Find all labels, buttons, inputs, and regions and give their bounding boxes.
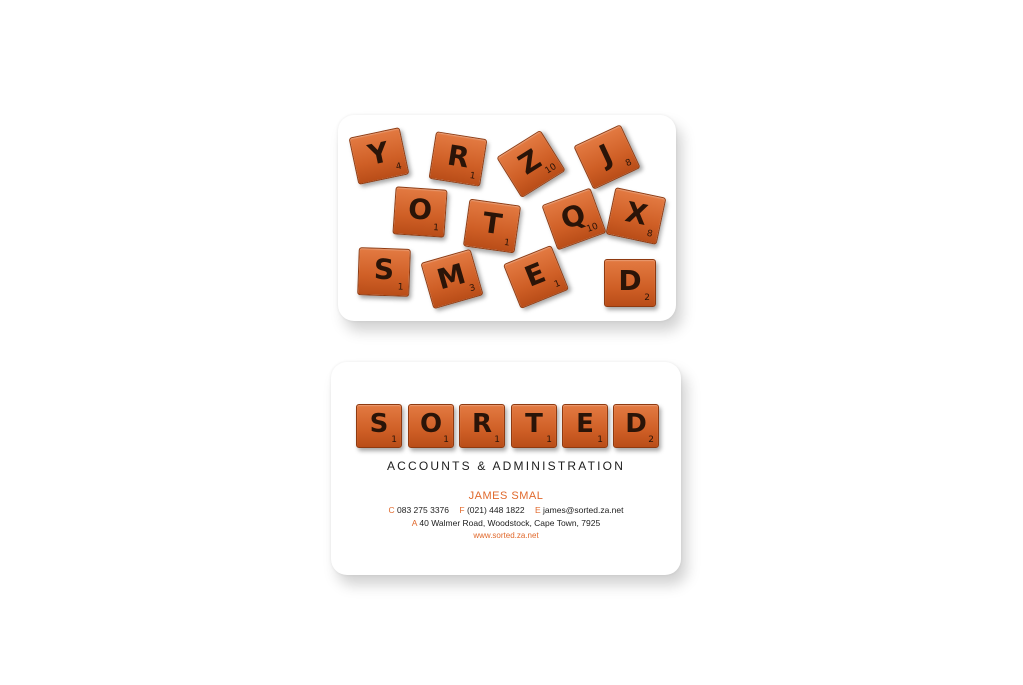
- tile-score: 8: [645, 228, 654, 240]
- cell-number: 083 275 3376: [397, 505, 449, 515]
- fax-number: (021) 448 1822: [466, 505, 525, 515]
- tile-score: 2: [644, 293, 650, 303]
- tile-letter: O: [407, 192, 434, 227]
- tile-score: 1: [546, 435, 552, 445]
- tile-score: 1: [468, 171, 477, 182]
- tile-letter: Z: [512, 142, 548, 182]
- logo-tile: T 1: [511, 404, 557, 448]
- letter-tile: Y 4: [348, 127, 410, 185]
- email-address: james@sorted.za.net: [543, 505, 624, 515]
- letter-tile: R 1: [428, 131, 488, 187]
- letter-tile: M 3: [420, 248, 484, 310]
- letter-tile: J 8: [573, 124, 641, 190]
- letter-tile: T 1: [462, 198, 522, 254]
- tagline: ACCOUNTS & ADMINISTRATION: [386, 459, 626, 473]
- tile-letter: R: [445, 138, 472, 175]
- website: www.sorted.za.net: [473, 531, 539, 540]
- tile-score: 1: [503, 237, 511, 249]
- business-card-front: S 1 O 1 R 1 T 1 E 1 D 2 ACCOUNTS & ADMIN…: [331, 362, 681, 575]
- logo-tile: E 1: [562, 404, 608, 448]
- tile-letter: X: [622, 195, 651, 232]
- tile-score: 1: [597, 435, 603, 445]
- street-address: 40 Walmer Road, Woodstock, Cape Town, 79…: [419, 518, 601, 528]
- letter-tile: Q 10: [541, 187, 607, 251]
- letter-tile: O 1: [392, 186, 448, 238]
- tile-score: 1: [391, 435, 397, 445]
- letter-tile: D 2: [604, 259, 656, 307]
- letter-tile: X 8: [605, 187, 667, 245]
- contact-phone-line: C 083 275 3376 F (021) 448 1822 E james@…: [331, 505, 681, 515]
- tile-letter: E: [520, 255, 551, 294]
- letter-tile: Z 10: [496, 129, 566, 199]
- fax-label: F: [459, 505, 465, 515]
- logo-tile: D 2: [613, 404, 659, 448]
- business-card-back: Y 4 R 1 Z 10 J 8 O 1 T 1 Q 10 X 8 S 1 M …: [338, 115, 676, 321]
- letter-tile: E 1: [502, 245, 570, 309]
- logo-tile: O 1: [408, 404, 454, 448]
- letter-tile: S 1: [357, 247, 411, 297]
- tile-letter: J: [594, 137, 618, 172]
- tile-score: 2: [648, 435, 654, 445]
- contact-address-line: A 40 Walmer Road, Woodstock, Cape Town, …: [331, 518, 681, 528]
- address-label: A: [411, 518, 417, 528]
- logo-tile: R 1: [459, 404, 505, 448]
- tile-score: 1: [494, 435, 500, 445]
- tile-score: 1: [397, 282, 404, 293]
- logo-tile: S 1: [356, 404, 402, 448]
- email-label: E: [535, 505, 541, 515]
- tile-score: 1: [432, 222, 440, 234]
- contact-name: JAMES SMAL: [468, 490, 544, 502]
- cell-label: C: [388, 505, 395, 515]
- tile-score: 1: [443, 435, 449, 445]
- tile-letter: T: [480, 205, 505, 242]
- tile-letter: Q: [556, 197, 590, 237]
